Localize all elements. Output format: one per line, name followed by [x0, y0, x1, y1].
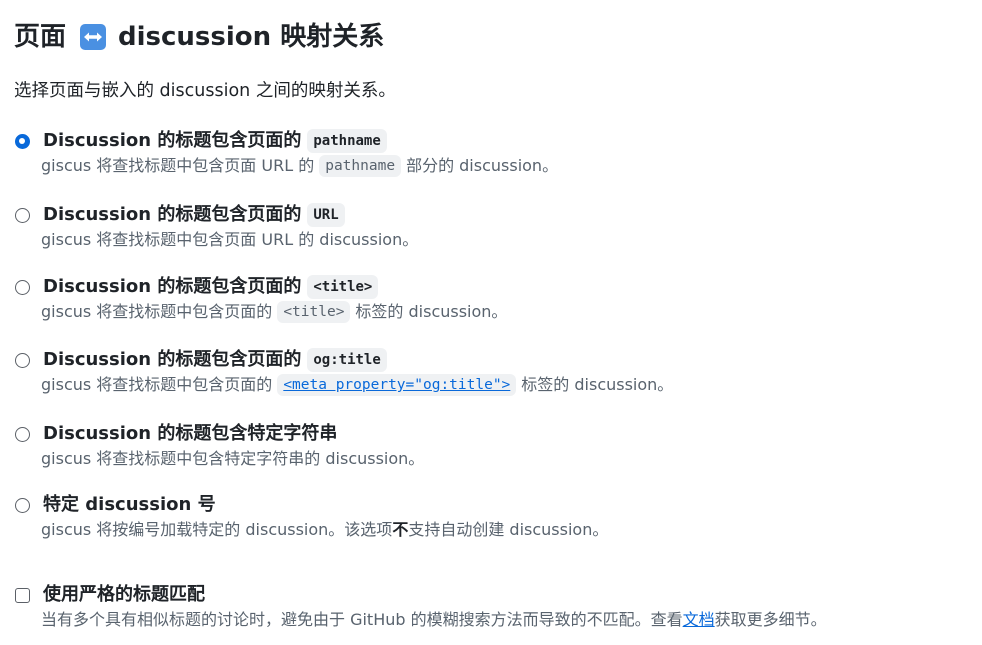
option-label: Discussion 的标题包含页面的 pathname: [43, 129, 387, 153]
desc-code: pathname: [319, 155, 402, 177]
title-right: discussion 映射关系: [118, 22, 385, 52]
og-title-meta-link[interactable]: <meta property="og:title">: [277, 374, 517, 396]
option-description: giscus 将查找标题中包含页面 URL 的 pathname 部分的 dis…: [41, 154, 974, 178]
desc-text: giscus 将查找标题中包含页面的: [41, 375, 273, 394]
option-label-text: Discussion 的标题包含页面的: [43, 276, 302, 297]
option-label: Discussion 的标题包含页面的 URL: [43, 203, 345, 227]
option-label-text: Discussion 的标题包含页面的: [43, 204, 302, 225]
radio-specific-term[interactable]: [15, 426, 30, 442]
option-description: 当有多个具有相似标题的讨论时，避免由于 GitHub 的模糊搜索方法而导致的不匹…: [41, 608, 974, 632]
option-label: 特定 discussion 号: [43, 493, 216, 517]
option-label-text: Discussion 的标题包含页面的: [43, 349, 302, 370]
desc-text: 获取更多细节。: [714, 610, 827, 629]
mapping-option-specific-term[interactable]: Discussion 的标题包含特定字符串 giscus 将查找标题中包含特定字…: [14, 421, 974, 471]
option-code: og:title: [307, 348, 387, 372]
desc-text: giscus 将查找标题中包含页面的: [41, 302, 273, 321]
desc-text: 部分的 discussion。: [406, 156, 559, 175]
radio-title[interactable]: [15, 279, 30, 295]
option-label: Discussion 的标题包含特定字符串: [43, 422, 337, 446]
option-description: giscus 将查找标题中包含页面的 <title> 标签的 discussio…: [41, 300, 974, 324]
option-label: Discussion 的标题包含页面的 og:title: [43, 348, 387, 372]
option-label-text: 使用严格的标题匹配: [43, 584, 205, 605]
radio-og-title[interactable]: [15, 352, 30, 368]
desc-strong: 不: [392, 520, 409, 539]
option-label: 使用严格的标题匹配: [43, 583, 205, 607]
desc-text: giscus 将按编号加载特定的 discussion。该选项: [41, 520, 393, 539]
radio-pathname[interactable]: [15, 133, 30, 149]
mapping-option-specific-number[interactable]: 特定 discussion 号 giscus 将按编号加载特定的 discuss…: [14, 492, 974, 542]
desc-text: 标签的 discussion。: [521, 375, 674, 394]
title-left: 页面: [14, 22, 67, 52]
option-description: giscus 将查找标题中包含页面的 <meta property="og:ti…: [41, 373, 974, 397]
option-description: giscus 将按编号加载特定的 discussion。该选项 不 支持自动创建…: [41, 518, 974, 542]
strict-title-matching-option[interactable]: 使用严格的标题匹配 当有多个具有相似标题的讨论时，避免由于 GitHub 的模糊…: [14, 582, 974, 632]
desc-code: <title>: [277, 301, 351, 323]
desc-text: giscus 将查找标题中包含页面 URL 的 discussion。: [41, 230, 419, 249]
strict-title-matching-checkbox[interactable]: [15, 587, 30, 603]
radio-specific-number[interactable]: [15, 497, 30, 513]
option-label: Discussion 的标题包含页面的 <title>: [43, 275, 379, 299]
desc-text: 标签的 discussion。: [355, 302, 508, 321]
radio-url[interactable]: [15, 207, 30, 223]
option-label-text: Discussion 的标题包含特定字符串: [43, 423, 338, 444]
option-code: <title>: [307, 275, 379, 299]
left-right-arrow-icon: [80, 24, 107, 50]
mapping-option-og-title[interactable]: Discussion 的标题包含页面的 og:title giscus 将查找标…: [14, 347, 974, 397]
section-title: 页面 discussion 映射关系: [14, 20, 384, 54]
option-description: giscus 将查找标题中包含特定字符串的 discussion。: [41, 447, 974, 471]
desc-text: giscus 将查找标题中包含页面 URL 的: [41, 156, 315, 175]
option-label-text: 特定 discussion 号: [43, 494, 216, 515]
option-description: giscus 将查找标题中包含页面 URL 的 discussion。: [41, 228, 974, 252]
desc-text: giscus 将查找标题中包含特定字符串的 discussion。: [41, 449, 425, 468]
option-code: pathname: [307, 129, 387, 153]
mapping-option-url[interactable]: Discussion 的标题包含页面的 URL giscus 将查找标题中包含页…: [14, 202, 974, 252]
mapping-option-title[interactable]: Discussion 的标题包含页面的 <title> giscus 将查找标题…: [14, 274, 974, 324]
option-code: URL: [307, 203, 345, 227]
intro-text: 选择页面与嵌入的 discussion 之间的映射关系。: [14, 81, 396, 101]
desc-text: 支持自动创建 discussion。: [408, 520, 609, 539]
desc-text: 当有多个具有相似标题的讨论时，避免由于 GitHub 的模糊搜索方法而导致的不匹…: [41, 610, 683, 629]
option-label-text: Discussion 的标题包含页面的: [43, 130, 302, 151]
mapping-option-pathname[interactable]: Discussion 的标题包含页面的 pathname giscus 将查找标…: [14, 128, 974, 178]
docs-link[interactable]: 文档: [683, 608, 715, 632]
